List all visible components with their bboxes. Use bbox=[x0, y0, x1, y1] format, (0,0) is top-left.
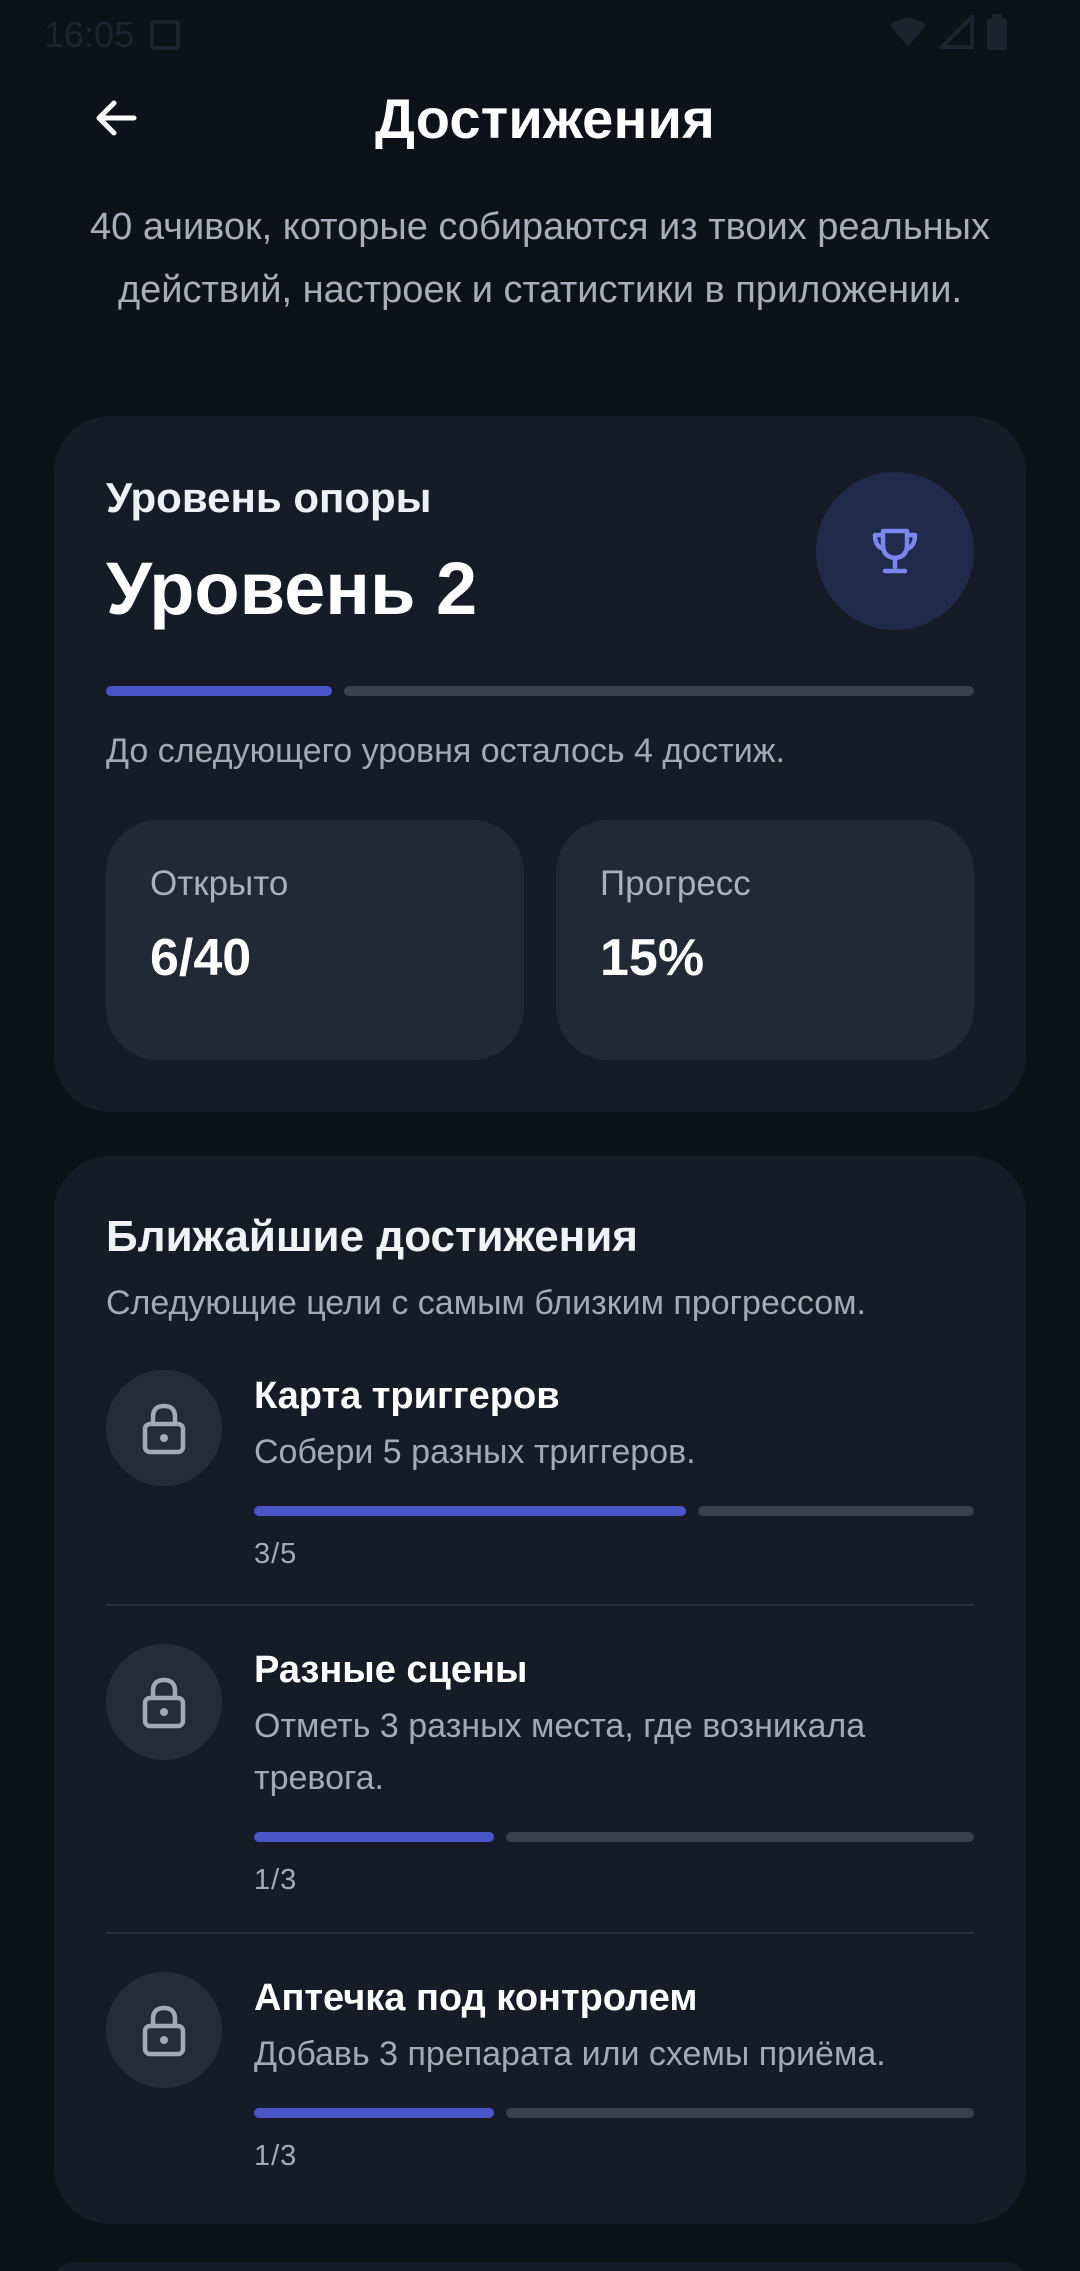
page-title: Достижения bbox=[374, 87, 716, 150]
signal-icon bbox=[940, 15, 974, 49]
stat-open-value: 6/40 bbox=[150, 929, 252, 987]
trophy-icon bbox=[872, 528, 918, 574]
nearest-achievements-card: Ближайшие достижения Следующие цели с са… bbox=[54, 1156, 1026, 2224]
status-time: 16:05 bbox=[44, 14, 135, 55]
stat-open: Открыто 6/40 bbox=[106, 820, 524, 1060]
level-progress-track bbox=[344, 686, 974, 696]
stat-open-label: Открыто bbox=[150, 864, 289, 903]
battery-icon bbox=[987, 14, 1007, 50]
next-level-text: До следующего уровня осталось 4 достиж. bbox=[106, 732, 785, 770]
achievement-description: Отметь 3 разных места, где возникала тре… bbox=[254, 1707, 866, 1797]
level-label: Уровень опоры bbox=[106, 474, 432, 521]
achievement-progress-fill bbox=[254, 1506, 686, 1516]
achievement-progress-bar bbox=[254, 1506, 974, 1516]
lock-icon bbox=[142, 2005, 186, 2057]
achievement-count: 3/5 bbox=[254, 1538, 298, 1570]
achievement-count: 1/3 bbox=[254, 1864, 298, 1896]
achievement-description: Добавь 3 препарата или схемы приёма. bbox=[254, 2035, 886, 2073]
lock-badge bbox=[106, 1972, 222, 2088]
stat-progress-value: 15% bbox=[600, 929, 705, 987]
nearest-title: Ближайшие достижения bbox=[106, 1212, 638, 1261]
lock-badge bbox=[106, 1644, 222, 1760]
level-progress-fill bbox=[106, 686, 332, 696]
level-card: Уровень опоры Уровень 2 До следующего ур… bbox=[54, 416, 1026, 1112]
achievement-progress-bar bbox=[254, 2108, 974, 2118]
achievement-progress-bar bbox=[254, 1832, 974, 1842]
next-card-peek bbox=[54, 2262, 1026, 2271]
status-bar: 16:05 bbox=[0, 0, 1080, 72]
divider bbox=[106, 1604, 974, 1606]
achievement-description: Собери 5 разных триггеров. bbox=[254, 1433, 696, 1471]
achievement-title: Аптечка под контролем bbox=[254, 1977, 698, 2019]
achievement-progress-track bbox=[506, 2108, 974, 2118]
lock-icon bbox=[142, 1677, 186, 1729]
status-icons bbox=[888, 14, 1008, 50]
wifi-icon bbox=[890, 18, 926, 47]
lock-icon bbox=[142, 1403, 186, 1455]
lock-badge bbox=[106, 1370, 222, 1486]
screenshot-notification-icon bbox=[150, 20, 180, 50]
achievement-title: Карта триггеров bbox=[254, 1375, 560, 1417]
achievement-progress-track bbox=[506, 1832, 974, 1842]
nearest-description: Следующие цели с самым близким прогрессо… bbox=[106, 1284, 866, 1322]
level-value: Уровень 2 bbox=[106, 547, 478, 630]
achievement-title: Разные сцены bbox=[254, 1649, 528, 1691]
stat-progress-label: Прогресс bbox=[600, 864, 751, 903]
app-header: Достижения bbox=[0, 72, 1080, 164]
level-progress-bar bbox=[106, 686, 974, 696]
trophy-badge bbox=[816, 472, 974, 630]
achievement-progress-fill bbox=[254, 1832, 494, 1842]
achievement-count: 1/3 bbox=[254, 2140, 298, 2172]
stat-progress: Прогресс 15% bbox=[556, 820, 974, 1060]
achievement-progress-fill bbox=[254, 2108, 494, 2118]
divider bbox=[106, 1932, 974, 1934]
page-subtitle: 40 ачивок, которые собираются из твоих р… bbox=[90, 206, 990, 311]
achievement-progress-track bbox=[698, 1506, 974, 1516]
